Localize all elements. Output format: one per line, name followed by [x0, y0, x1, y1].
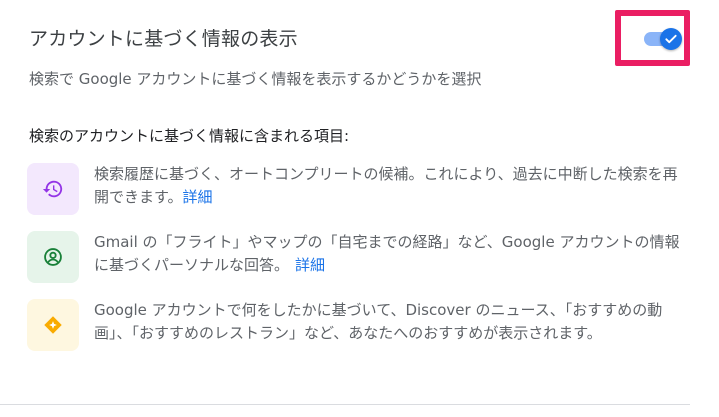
item-icon-box: [27, 299, 79, 351]
details-link[interactable]: 詳細: [295, 256, 325, 274]
account-info-toggle[interactable]: [660, 28, 682, 50]
details-link[interactable]: 詳細: [183, 188, 213, 206]
item-description: Gmail の「フライト」やマップの「自宅までの経路」など、Google アカウ…: [94, 233, 680, 274]
section-heading: 検索のアカウントに基づく情報に含まれる項目:: [29, 127, 350, 145]
check-icon: [665, 34, 677, 44]
item-text: 検索履歴に基づく、オートコンプリートの候補。これにより、過去に中断した検索を再開…: [94, 163, 684, 209]
item-text: Google アカウントで何をしたかに基づいて、Discover のニュース、「…: [94, 299, 684, 345]
setting-title: アカウントに基づく情報の表示: [29, 28, 298, 50]
setting-description: 検索で Google アカウントに基づく情報を表示するかどうかを選択: [29, 70, 482, 88]
item-text: Gmail の「フライト」やマップの「自宅までの経路」など、Google アカウ…: [94, 231, 684, 277]
item-icon-box: [27, 231, 79, 283]
account-info-settings-page: アカウントに基づく情報の表示 検索で Google アカウントに基づく情報を表示…: [0, 0, 719, 417]
toggle-highlight-frame: [615, 10, 690, 66]
item-icon-box: [27, 163, 79, 215]
divider: [0, 404, 690, 405]
account-circle-icon: [44, 248, 62, 266]
discover-icon: [44, 316, 62, 334]
item-description: Google アカウントで何をしたかに基づいて、Discover のニュース、「…: [94, 301, 663, 342]
history-icon: [42, 180, 63, 198]
